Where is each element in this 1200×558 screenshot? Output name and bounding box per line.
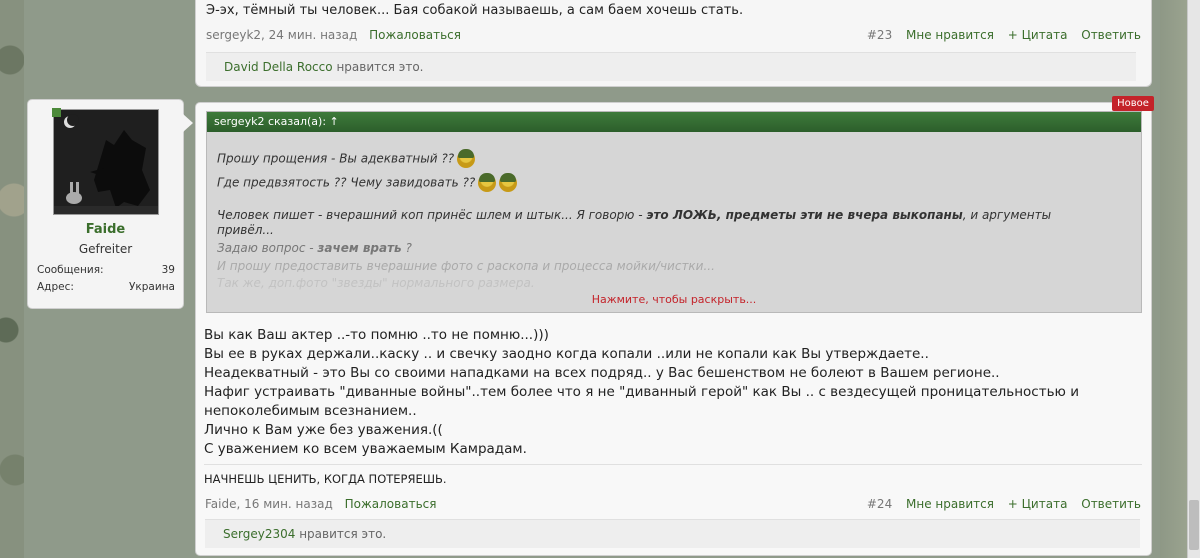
messages-label: Сообщения: [37,264,104,276]
post-body-line: Лично к Вам уже без уважения.(( [204,422,443,438]
quote-line: Где предвзятость ?? Чему завидовать ?? [217,173,518,192]
reply-button[interactable]: Ответить [1081,28,1141,42]
quote-line: И прошу предоставить вчерашние фото с ра… [217,259,715,273]
quote-line: привёл... [217,223,274,237]
previous-post: Э-эх, тёмный ты человек... Бая собакой н… [195,0,1152,87]
online-flag-icon [52,108,61,117]
report-link[interactable]: Пожаловаться [369,28,461,42]
wolf-avatar-icon [54,110,158,214]
user-address-field: Адрес: Украина [37,281,175,293]
post-time: , 16 мин. назад [236,497,333,511]
user-messages-field: Сообщения: 39 [37,264,175,276]
quote-line: Прошу прощения - Вы адекватный ?? [217,149,476,168]
previous-post-meta: sergeyk2, 24 мин. назад Пожаловаться [206,28,461,42]
signature: НАЧНЕШЬ ЦЕНИТЬ, КОГДА ПОТЕРЯЕШЬ. [204,472,447,486]
post-actions: #24 Мне нравится + Цитата Ответить [857,497,1141,511]
post-body-line: Неадекватный - это Вы со своими нападкам… [204,365,1000,381]
report-link[interactable]: Пожаловаться [345,497,437,511]
liked-suffix: нравится это. [336,60,424,74]
quote-header: sergeyk2 сказал(а): ↑ [207,112,1141,132]
quote-button[interactable]: + Цитата [1008,28,1068,42]
post-body-line: Нафиг устраивать "диванные войны"..тем б… [204,384,1079,400]
soldier-smiley-icon [478,173,497,192]
signature-divider [204,464,1142,465]
post-author[interactable]: Faide [205,497,237,511]
scrollbar[interactable] [1187,0,1200,558]
quote-button[interactable]: + Цитата [1008,497,1068,511]
quote-line: Человек пишет - вчерашний коп принёс шле… [217,208,1052,222]
post-meta: Faide, 16 мин. назад Пожаловаться [205,497,436,511]
reply-button[interactable]: Ответить [1081,497,1141,511]
post-number[interactable]: #24 [867,497,892,511]
like-button[interactable]: Мне нравится [906,28,994,42]
user-card: Faide Gefreiter Сообщения: 39 Адрес: Укр… [27,99,193,309]
quote-line: Так же, доп.фото "звезды" нормального ра… [217,276,535,290]
background-camo-strip [0,0,24,558]
post-body-line: непоколебимым всезнанием.. [204,403,417,419]
previous-post-actions: #23 Мне нравится + Цитата Ответить [857,28,1141,42]
scroll-thumb[interactable] [1189,500,1199,550]
post-body-line: Вы ее в руках держали..каску .. и свечку… [204,346,929,362]
quote-header-text[interactable]: sergeyk2 сказал(а): ↑ [214,115,339,128]
soldier-smiley-icon [499,173,518,192]
address-value: Украина [129,281,175,293]
liked-suffix: нравится это. [299,527,387,541]
liked-by-user[interactable]: Sergey2304 [223,527,295,541]
post-body-line: Вы как Ваш актер ..-то помню ..то не пом… [204,327,549,343]
post-number[interactable]: #23 [867,28,892,42]
username[interactable]: Faide [28,222,183,237]
previous-post-message: Э-эх, тёмный ты человек... Бая собакой н… [206,3,744,18]
previous-post-time: , 24 мин. назад [261,28,358,42]
address-label: Адрес: [37,281,74,293]
quote-block: sergeyk2 сказал(а): ↑ Прошу прощения - В… [206,111,1142,313]
previous-post-likes: David Della Rocco нравится это. [206,52,1136,81]
avatar[interactable] [52,108,159,215]
user-rank: Gefreiter [78,242,133,256]
new-badge: Новое [1112,96,1154,111]
soldier-smiley-icon [457,149,476,168]
post-body-line: С уважением ко всем уважаемым Камрадам. [204,441,527,457]
messages-value: 39 [161,264,175,276]
post-likes: Sergey2304 нравится это. [205,519,1140,548]
previous-post-author[interactable]: sergeyk2 [206,28,261,42]
quote-line: Задаю вопрос - зачем врать ? [217,241,412,255]
expand-quote-link[interactable]: Нажмите, чтобы раскрыть... [207,293,1141,306]
like-button[interactable]: Мне нравится [906,497,994,511]
liked-by-user[interactable]: David Della Rocco [224,60,333,74]
